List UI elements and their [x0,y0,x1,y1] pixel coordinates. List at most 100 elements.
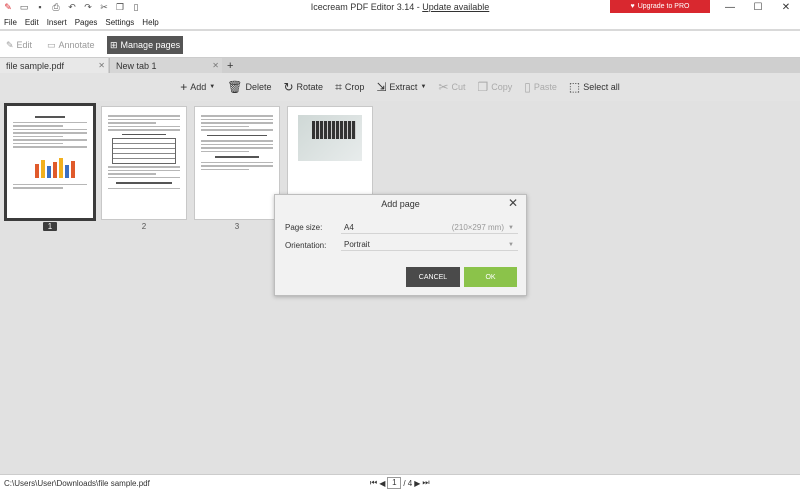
page-thumbnail-3[interactable] [194,106,280,220]
comment-icon: ▭ [47,39,56,50]
thumb-text [201,140,273,142]
delete-button[interactable]: 🗑 Delete [227,81,271,93]
extract-button[interactable]: ⇲ Extract ▼ [376,81,426,93]
close-dialog-icon[interactable]: ✕ [508,196,518,210]
last-page-icon[interactable]: ⏭ [422,478,429,488]
extract-icon: ⇲ [376,80,387,94]
thumb-bar-chart [35,157,75,178]
extract-label: Extract [389,82,418,92]
crop-button[interactable]: ⌗ Crop [335,81,364,93]
ok-button[interactable]: OK [464,267,517,287]
upgrade-button[interactable]: ♥ Upgrade to PRO [610,0,710,13]
first-page-icon[interactable]: ⏮ [370,478,377,488]
close-tab-icon[interactable]: ✕ [212,61,219,70]
menu-pages[interactable]: Pages [75,18,98,27]
chevron-down-icon: ▼ [508,241,514,248]
page-number-2: 2 [141,222,147,231]
annotate-mode-label: Annotate [58,40,95,50]
add-page-dialog: Add page ✕ Page size: A4 (210×297 mm) ▼ … [274,194,527,296]
edit-mode-button[interactable]: ✎ Edit [3,36,35,54]
cancel-button[interactable]: CANCEL [406,267,460,287]
orientation-value: Portrait [344,240,370,249]
tab-label: file sample.pdf [6,60,65,71]
copy-label: Copy [491,82,513,92]
chevron-down-icon: ▼ [209,84,216,90]
thumb-text [108,118,180,120]
update-available-link[interactable]: Update available [422,2,489,12]
manage-pages-label: Manage pages [120,40,181,50]
page-thumbnail-1[interactable] [4,103,96,221]
add-label: Add [190,82,207,92]
menu-help[interactable]: Help [142,18,158,27]
manage-pages-mode-button[interactable]: ⊞ Manage pages [107,36,184,54]
add-button[interactable]: + Add ▼ [180,81,215,93]
delete-label: Delete [245,82,272,92]
tab-file-sample[interactable]: file sample.pdf ✕ [0,58,108,73]
thumb-text [13,135,63,137]
close-tab-icon[interactable]: ✕ [98,61,105,70]
minimize-button[interactable]: — [716,0,744,14]
crop-icon: ⌗ [335,80,342,94]
rotate-label: Rotate [296,82,324,92]
thumb-text [13,187,63,189]
menu-settings[interactable]: Settings [105,18,134,27]
app-title-text: Icecream PDF Editor 3.14 - [310,2,423,12]
cut-button[interactable]: ✂ Cut [438,81,465,93]
thumb-keyboard-photo [298,115,362,161]
menu-bar: File Edit Insert Pages Settings Help [0,15,800,29]
thumb-heading [207,134,267,136]
new-tab-button[interactable]: + [223,58,239,73]
orientation-select[interactable]: Portrait ▼ [341,239,518,251]
menu-file[interactable]: File [4,18,17,27]
menu-edit[interactable]: Edit [25,18,39,27]
thumb-text [201,143,273,145]
thumb-text [108,169,180,171]
menu-insert[interactable]: Insert [47,18,67,27]
page-number-1: 1 [43,222,57,231]
select-all-button[interactable]: ⬚ Select all [569,81,620,93]
edit-mode-label: Edit [16,40,33,50]
mode-bar: ✎ Edit ▭ Annotate ⊞ Manage pages [0,31,800,58]
rotate-icon: ↻ [283,80,294,94]
thumb-text [108,173,156,175]
thumb-text [201,122,273,124]
page-navigation: ⏮ ◀ 1 / 4 ▶ ⏭ [370,477,430,489]
thumb-heading [116,182,172,184]
pages-toolbar: + Add ▼ 🗑 Delete ↻ Rotate ⌗ Crop ⇲ Extra… [0,73,800,101]
tab-label: New tab 1 [116,60,157,71]
tab-new-tab[interactable]: New tab 1 ✕ [109,58,222,73]
next-page-icon[interactable]: ▶ [414,479,420,488]
maximize-button[interactable]: ☐ [744,0,772,14]
copy-button[interactable]: ❐ Copy [477,81,512,93]
thumb-text [201,125,249,127]
title-bar: ✎ ▭ ▪ ⎙ ↶ ↷ ✂ ❐ ▯ Icecream PDF Editor 3.… [0,0,800,15]
crop-label: Crop [344,82,365,92]
thumb-text [108,115,180,117]
page-size-dims: (210×297 mm) [451,223,504,232]
clipboard-icon: ▯ [524,80,531,94]
thumb-text [13,128,87,130]
upgrade-label: Upgrade to PRO [637,3,690,10]
thumb-text [108,176,180,178]
thumb-table [112,138,176,164]
thumb-text [13,146,87,148]
paste-button[interactable]: ▯ Paste [524,81,557,93]
page-thumbnail-2[interactable] [101,106,187,220]
plus-icon: + [180,80,188,94]
scissors-icon: ✂ [438,80,449,94]
thumb-text [13,125,63,127]
dialog-title: Add page [381,199,420,209]
cut-label: Cut [451,82,466,92]
thumb-text [108,187,180,189]
page-size-select[interactable]: A4 (210×297 mm) ▼ [341,222,518,234]
prev-page-icon[interactable]: ◀ [379,479,385,488]
current-page-input[interactable]: 1 [387,477,402,489]
thumb-text [13,139,87,141]
page-size-value: A4 [344,223,354,232]
annotate-mode-button[interactable]: ▭ Annotate [44,36,98,54]
close-button[interactable]: ✕ [772,0,800,14]
thumb-text [201,147,273,149]
rotate-button[interactable]: ↻ Rotate [283,81,323,93]
thumb-text [108,129,180,131]
heart-icon: ♥ [630,3,635,10]
